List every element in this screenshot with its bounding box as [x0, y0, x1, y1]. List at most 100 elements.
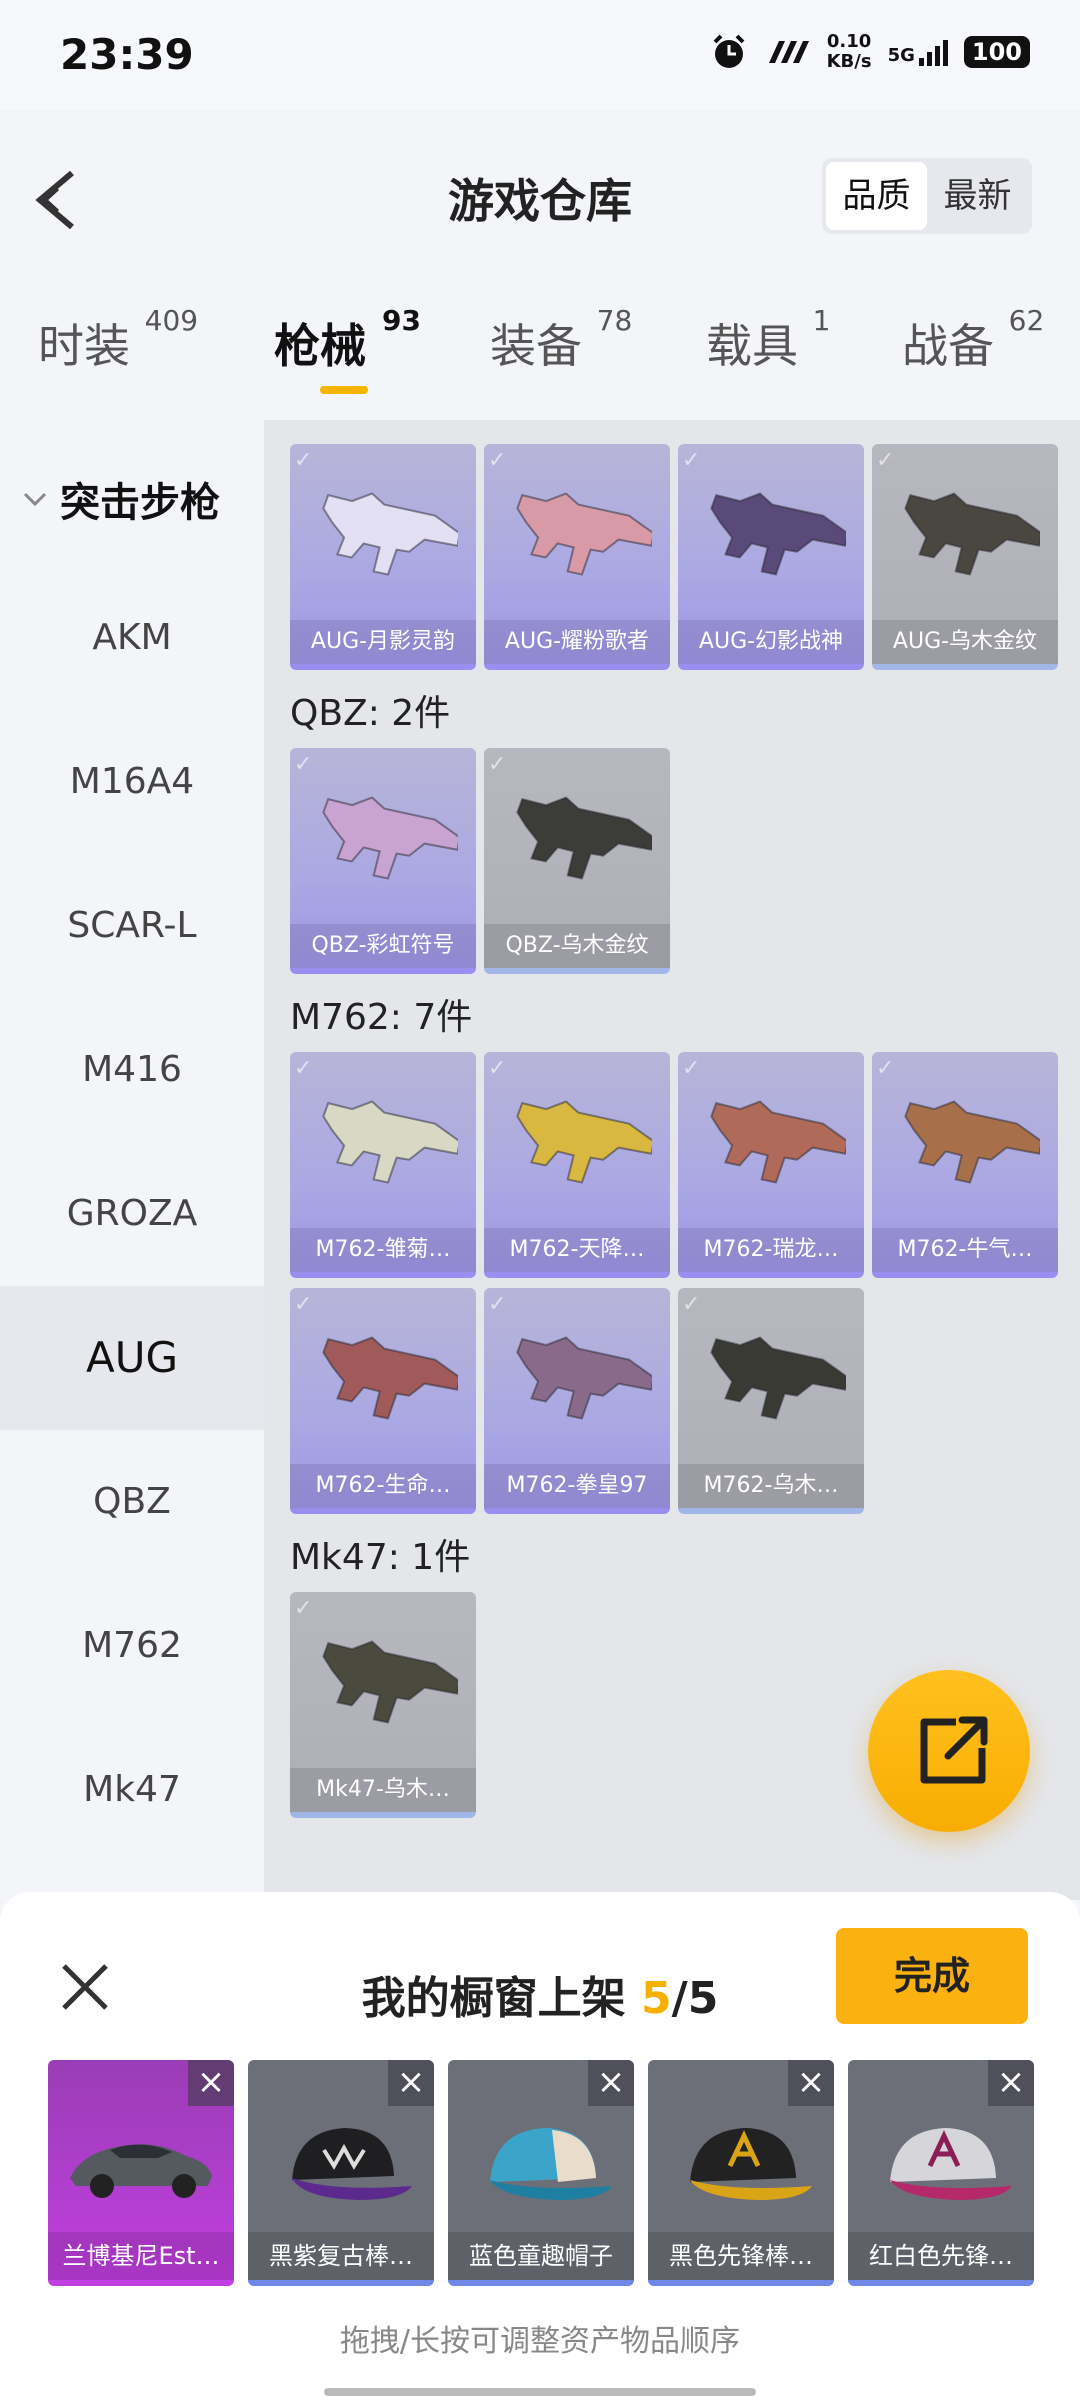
- weapon-card-label: M762-瑞龙…: [678, 1228, 864, 1272]
- sort-option-newest[interactable]: 最新: [927, 162, 1028, 230]
- weapon-card-label: Mk47-乌木…: [290, 1768, 476, 1812]
- section-title: QBZ: 2件: [290, 693, 451, 734]
- weapon-image: [904, 1100, 1040, 1184]
- tab-firearms-count: 93: [382, 304, 421, 337]
- tab-fashion[interactable]: 时装 409: [38, 304, 198, 376]
- remove-item-icon[interactable]: ×: [988, 2060, 1034, 2106]
- status-icons: 0.10 KB/s 5G 100: [709, 32, 1030, 72]
- weapon-card[interactable]: ✓ AUG-幻影战神: [678, 444, 864, 670]
- weapon-image: [322, 1336, 458, 1420]
- showcase-item-label: 兰博基尼Est…: [48, 2232, 234, 2280]
- showcase-item[interactable]: × 蓝色童趣帽子: [448, 2060, 634, 2286]
- weapon-image: [904, 492, 1040, 576]
- cap-image: [690, 2128, 812, 2200]
- sidebar-item-scar-l[interactable]: SCAR-L: [0, 854, 264, 998]
- tab-vehicles-count: 1: [812, 304, 831, 337]
- weapon-image: [322, 1640, 458, 1724]
- home-indicator[interactable]: [324, 2388, 756, 2396]
- network-speed: 0.10 KB/s: [827, 32, 872, 72]
- done-button[interactable]: 完成: [836, 1928, 1028, 2024]
- showcase-item-label: 黑紫复古棒…: [248, 2232, 434, 2280]
- tab-firearms[interactable]: 枪械 93: [274, 304, 421, 376]
- remove-item-icon[interactable]: ×: [388, 2060, 434, 2106]
- reorder-hint: 拖拽/长按可调整资产物品顺序: [339, 2324, 741, 2359]
- tab-equipment-count: 78: [596, 304, 633, 337]
- sidebar-item-mk47[interactable]: Mk47: [0, 1718, 264, 1862]
- showcase-item[interactable]: × 黑紫复古棒…: [248, 2060, 434, 2286]
- weapon-card-label: AUG-月影灵韵: [290, 620, 476, 664]
- sidebar-item-m762[interactable]: M762: [0, 1574, 264, 1718]
- cap-image: [292, 2128, 412, 2200]
- showcase-item-label: 蓝色童趣帽子: [448, 2232, 634, 2280]
- showcase-count-separator: /: [671, 1973, 688, 2024]
- category-tabs: 时装 409 枪械 93 装备 78 载具 1 战备 62: [0, 290, 1080, 420]
- sort-option-quality[interactable]: 品质: [826, 162, 927, 230]
- weapon-card[interactable]: ✓ M762-瑞龙…: [678, 1052, 864, 1278]
- tab-fashion-count: 409: [144, 304, 199, 337]
- page-header: 游戏仓库 品质 最新: [0, 110, 1080, 280]
- weapon-card-label: QBZ-彩虹符号: [290, 924, 476, 968]
- weapon-card[interactable]: ✓ AUG-乌木金纹: [872, 444, 1058, 670]
- showcase-item[interactable]: × 兰博基尼Est…: [48, 2060, 234, 2286]
- weapon-card[interactable]: ✓ M762-拳皇97: [484, 1288, 670, 1514]
- tab-vehicles[interactable]: 载具 1: [706, 304, 830, 376]
- weapon-image: [322, 796, 458, 880]
- car-image: [70, 2144, 212, 2198]
- weapon-card[interactable]: ✓ M762-乌木…: [678, 1288, 864, 1514]
- network-type: 5G: [887, 45, 915, 66]
- weapon-card[interactable]: ✓ M762-生命…: [290, 1288, 476, 1514]
- network-speed-value: 0.10: [826, 31, 872, 52]
- remove-item-icon[interactable]: ×: [588, 2060, 634, 2106]
- sidebar-item-groza[interactable]: GROZA: [0, 1142, 264, 1286]
- weapon-image: [516, 1100, 652, 1184]
- tab-supplies[interactable]: 战备 62: [902, 304, 1044, 376]
- tab-equipment[interactable]: 装备 78: [490, 304, 632, 376]
- showcase-current-count: 5: [641, 1973, 672, 2024]
- sidebar-group-label: 突击步枪: [60, 480, 220, 526]
- weapon-card-label: M762-天降…: [484, 1228, 670, 1272]
- sidebar-item-akm[interactable]: AKM: [0, 566, 264, 710]
- chevron-down-icon: [23, 492, 47, 507]
- weapon-image: [516, 1336, 652, 1420]
- showcase-item-label: 黑色先锋棒…: [648, 2232, 834, 2280]
- weapon-card-label: M762-生命…: [290, 1464, 476, 1508]
- cap-image: [890, 2128, 1012, 2200]
- share-button[interactable]: [868, 1670, 1030, 1832]
- remove-item-icon[interactable]: ×: [188, 2060, 234, 2106]
- showcase-item[interactable]: × 红白色先锋…: [848, 2060, 1034, 2286]
- weapon-card-label: QBZ-乌木金纹: [484, 924, 670, 968]
- tab-firearms-label: 枪械: [274, 319, 366, 373]
- weapon-card[interactable]: ✓ M762-牛气…: [872, 1052, 1058, 1278]
- status-bar: 23:39 0.10 KB/s 5G 100: [0, 0, 1080, 110]
- sidebar-item-m416[interactable]: M416: [0, 998, 264, 1142]
- sidebar-item-qbz[interactable]: QBZ: [0, 1430, 264, 1574]
- weapon-image: [322, 1100, 458, 1184]
- weapon-card[interactable]: ✓ AUG-耀粉歌者: [484, 444, 670, 670]
- tab-fashion-label: 时装: [38, 319, 130, 373]
- remove-item-icon[interactable]: ×: [788, 2060, 834, 2106]
- weapon-card-label: AUG-耀粉歌者: [484, 620, 670, 664]
- weapon-card[interactable]: ✓ QBZ-乌木金纹: [484, 748, 670, 974]
- weapon-card[interactable]: ✓ AUG-月影灵韵: [290, 444, 476, 670]
- tab-vehicles-label: 载具: [706, 319, 798, 373]
- signal-group: 5G: [888, 38, 948, 66]
- showcase-item-label: 红白色先锋…: [848, 2232, 1034, 2280]
- weapon-card[interactable]: ✓ Mk47-乌木…: [290, 1592, 476, 1818]
- weapon-card[interactable]: ✓ M762-雏菊…: [290, 1052, 476, 1278]
- showcase-item[interactable]: × 黑色先锋棒…: [648, 2060, 834, 2286]
- weapon-card[interactable]: ✓ QBZ-彩虹符号: [290, 748, 476, 974]
- weapon-card-label: M762-雏菊…: [290, 1228, 476, 1272]
- tab-supplies-count: 62: [1008, 304, 1045, 337]
- signal-icon: [918, 38, 948, 66]
- showcase-total-count: 5: [687, 1973, 719, 2024]
- sidebar-item-m16a4[interactable]: M16A4: [0, 710, 264, 854]
- weapon-card-label: M762-拳皇97: [484, 1464, 670, 1508]
- sort-toggle[interactable]: 品质 最新: [822, 158, 1032, 234]
- sidebar-item-aug[interactable]: AUG: [0, 1286, 264, 1430]
- weapon-image: [516, 796, 652, 880]
- cap-image: [490, 2128, 612, 2200]
- weapon-card-label: AUG-幻影战神: [678, 620, 864, 664]
- weapon-image: [710, 492, 846, 576]
- sidebar-group-header[interactable]: 突击步枪: [20, 470, 220, 528]
- weapon-card[interactable]: ✓ M762-天降…: [484, 1052, 670, 1278]
